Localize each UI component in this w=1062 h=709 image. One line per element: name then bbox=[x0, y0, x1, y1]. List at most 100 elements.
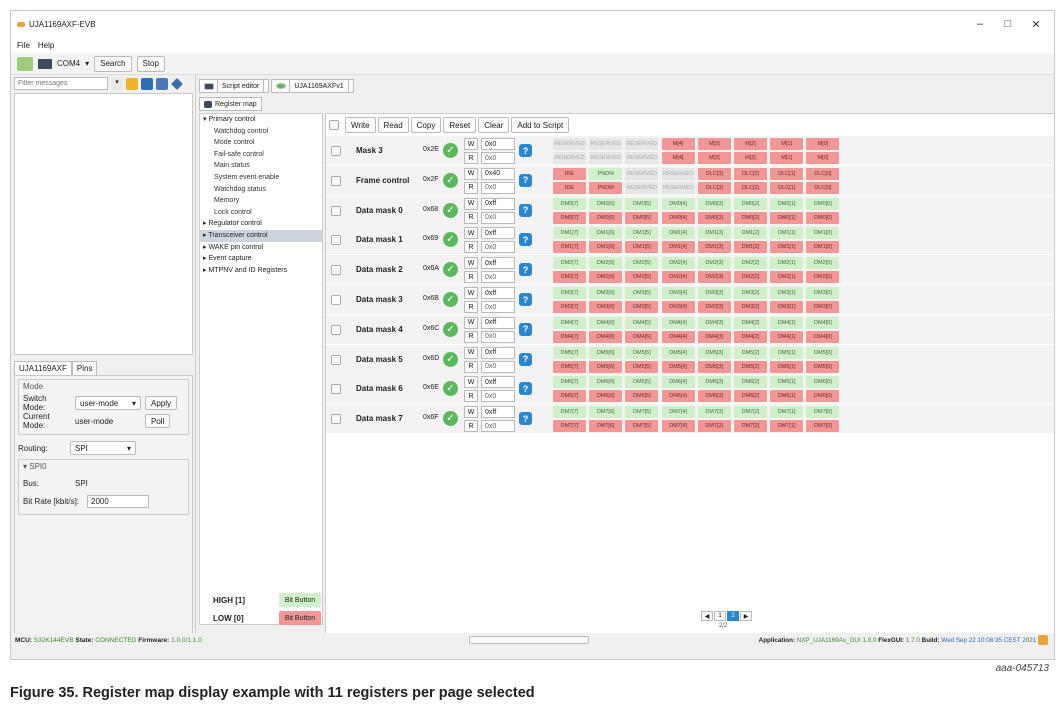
bit-button[interactable]: IDE bbox=[553, 181, 586, 194]
tree-item[interactable]: ▸ MTPNV and ID Registers bbox=[200, 265, 322, 277]
tree-item[interactable]: Lock control bbox=[200, 207, 322, 219]
write-value-input[interactable]: 0xff bbox=[481, 406, 515, 419]
bit-button[interactable]: DM3[2] bbox=[734, 287, 767, 299]
bit-button[interactable]: DM4[7] bbox=[553, 330, 586, 343]
poll-button[interactable]: Poll bbox=[145, 414, 171, 428]
bit-button[interactable]: DM7[3] bbox=[697, 406, 731, 419]
bit-button[interactable]: DM3[3] bbox=[697, 287, 731, 299]
bit-button[interactable]: DM2[5] bbox=[625, 271, 659, 284]
bit-button[interactable]: DM3[7] bbox=[553, 287, 586, 299]
chevron-down-icon[interactable]: ▾ bbox=[85, 59, 89, 68]
next-page-button[interactable]: ▶ bbox=[740, 611, 752, 621]
register-checkbox[interactable] bbox=[331, 354, 341, 365]
bit-button[interactable]: DM6[6] bbox=[589, 390, 623, 403]
bit-button[interactable]: DM2[6] bbox=[589, 257, 623, 270]
bit-button[interactable]: DM1[2] bbox=[734, 227, 767, 240]
write-register-button[interactable]: W bbox=[464, 167, 478, 180]
bit-button[interactable]: DM7[2] bbox=[734, 406, 767, 419]
bit-button[interactable]: DM5[4] bbox=[661, 346, 695, 359]
bit-button[interactable]: DM1[6] bbox=[589, 227, 623, 240]
register-checkbox[interactable] bbox=[331, 235, 341, 246]
bit-button[interactable]: DM0[7] bbox=[553, 197, 586, 210]
help-icon[interactable]: ? bbox=[519, 173, 532, 187]
write-value-input[interactable]: 0xff bbox=[481, 316, 515, 329]
bit-button[interactable]: DM1[3] bbox=[697, 227, 731, 240]
bit-button[interactable]: DM3[1] bbox=[770, 301, 804, 313]
help-icon[interactable]: ? bbox=[519, 322, 532, 336]
bit-button[interactable]: DM4[6] bbox=[589, 316, 623, 329]
bit-button[interactable]: DM2[7] bbox=[553, 257, 586, 270]
read-register-button[interactable]: R bbox=[464, 390, 478, 403]
prev-page-button[interactable]: ◀ bbox=[701, 611, 713, 621]
pause-icon[interactable] bbox=[141, 77, 153, 90]
register-checkbox[interactable] bbox=[331, 384, 341, 395]
bit-button[interactable]: DM5[5] bbox=[625, 360, 659, 373]
bit-button[interactable]: DM5[2] bbox=[734, 360, 767, 373]
tab-uja1169axf[interactable]: UJA1169AXF bbox=[14, 361, 72, 375]
bit-button[interactable]: DM0[0] bbox=[806, 197, 840, 210]
read-register-button[interactable]: R bbox=[464, 420, 478, 433]
close-button[interactable]: ✕ bbox=[1022, 11, 1050, 37]
tree-item[interactable]: ▸ Regulator control bbox=[200, 218, 322, 230]
bit-button[interactable]: DM6[6] bbox=[589, 376, 623, 389]
bit-button[interactable]: DM7[4] bbox=[661, 420, 695, 433]
bit-button[interactable]: DLC[1] bbox=[770, 167, 804, 180]
bit-button[interactable]: DM0[2] bbox=[734, 197, 767, 210]
bit-button[interactable]: DM4[2] bbox=[734, 316, 767, 329]
bit-button[interactable]: DM2[0] bbox=[806, 257, 840, 270]
bit-button[interactable]: DM0[7] bbox=[553, 211, 586, 224]
message-log[interactable] bbox=[14, 93, 193, 355]
bit-button[interactable]: DM7[1] bbox=[770, 420, 804, 433]
register-checkbox[interactable] bbox=[331, 146, 341, 156]
help-icon[interactable]: ? bbox=[519, 263, 532, 277]
read-register-button[interactable]: R bbox=[464, 360, 478, 373]
save-icon[interactable] bbox=[156, 77, 168, 90]
bit-button[interactable]: M[4] bbox=[661, 152, 695, 164]
bit-button[interactable]: DM1[3] bbox=[697, 241, 731, 254]
register-checkbox[interactable] bbox=[331, 414, 341, 425]
bit-button[interactable]: PNDM bbox=[589, 181, 623, 194]
pin-icon[interactable] bbox=[171, 77, 183, 90]
bit-button[interactable]: DM1[4] bbox=[661, 241, 695, 254]
switch-mode-select[interactable]: user-mode ▾ bbox=[75, 396, 141, 410]
bit-button[interactable]: DM1[6] bbox=[589, 241, 623, 254]
bit-button[interactable]: DM4[2] bbox=[734, 330, 767, 343]
bit-button[interactable]: DM5[1] bbox=[770, 346, 804, 359]
write-register-button[interactable]: W bbox=[464, 376, 478, 389]
menu-help[interactable]: Help bbox=[38, 41, 54, 50]
bit-button[interactable]: DM0[5] bbox=[625, 197, 659, 210]
filter-dropdown-icon[interactable]: ▾ bbox=[111, 77, 123, 90]
tree-item[interactable]: Watchdog control bbox=[200, 126, 322, 138]
bit-button[interactable]: DLC[0] bbox=[806, 167, 840, 180]
bit-button[interactable]: DM7[7] bbox=[553, 406, 586, 419]
bit-button[interactable]: DM1[5] bbox=[625, 241, 659, 254]
bit-button[interactable]: DM1[0] bbox=[806, 227, 840, 240]
bit-button[interactable]: DM6[5] bbox=[625, 390, 659, 403]
bit-button[interactable]: DM0[5] bbox=[625, 211, 659, 224]
bit-button[interactable]: DM2[3] bbox=[697, 271, 731, 284]
tree-item[interactable]: Fail-safe control bbox=[200, 149, 322, 161]
bit-button[interactable]: DLC[2] bbox=[734, 181, 767, 194]
tree-item[interactable]: ▾ Primary control bbox=[200, 114, 322, 126]
bit-button[interactable]: DM4[3] bbox=[697, 330, 731, 343]
bit-button[interactable]: M[1] bbox=[770, 138, 804, 150]
write-register-button[interactable]: W bbox=[464, 227, 478, 240]
tree-item[interactable]: ▸ Transceiver control bbox=[200, 229, 322, 242]
bit-button[interactable]: PNDM bbox=[589, 167, 623, 180]
bit-button[interactable]: DM6[3] bbox=[697, 376, 731, 389]
bit-button[interactable]: DM7[6] bbox=[589, 406, 623, 419]
bit-button[interactable]: DM2[4] bbox=[661, 257, 695, 270]
bit-button[interactable]: DM2[3] bbox=[697, 257, 731, 270]
bit-button[interactable]: DM7[2] bbox=[734, 420, 767, 433]
routing-select[interactable]: SPI ▾ bbox=[70, 441, 136, 455]
help-icon[interactable]: ? bbox=[519, 352, 532, 366]
bit-button[interactable]: DM5[1] bbox=[770, 360, 804, 373]
bit-button[interactable]: DM5[2] bbox=[734, 346, 767, 359]
bit-button[interactable]: DM1[7] bbox=[553, 241, 586, 254]
bit-button[interactable]: DM2[2] bbox=[734, 257, 767, 270]
select-all-checkbox[interactable] bbox=[329, 120, 339, 130]
bit-button[interactable]: DM1[7] bbox=[553, 227, 586, 240]
bit-button[interactable]: DM3[1] bbox=[770, 287, 804, 299]
read-register-button[interactable]: R bbox=[464, 211, 478, 224]
tree-item[interactable]: Memory bbox=[200, 195, 322, 207]
